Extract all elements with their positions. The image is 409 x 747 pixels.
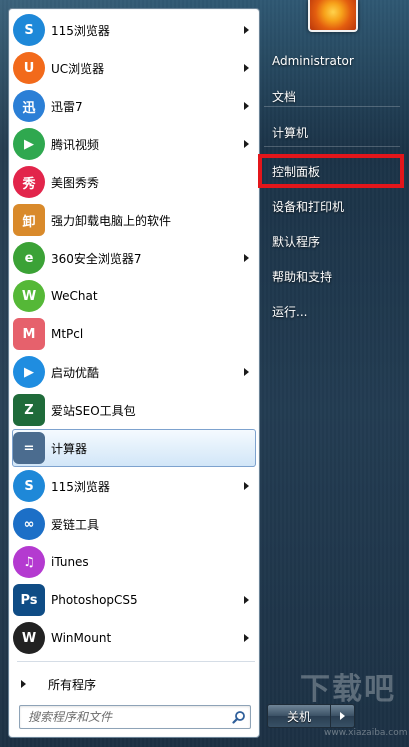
program-list: S 115浏览器 U UC浏览器迅迅雷7 ▶ 腾讯视频秀美图秀秀卸强力卸载电脑上的软件 e 3… [9, 11, 259, 657]
program-label: 计算器 [51, 441, 88, 456]
program-item[interactable]: W WeChat [9, 277, 259, 315]
program-item[interactable]: S 115浏览器 [9, 467, 259, 505]
all-programs-label: 所有程序 [48, 677, 97, 692]
program-item[interactable]: U UC浏览器 [9, 49, 259, 87]
chevron-right-icon [21, 680, 26, 688]
program-label: 115浏览器 [51, 23, 110, 38]
itunes-icon: ♫ [13, 546, 45, 578]
ailian-icon: ∞ [13, 508, 45, 540]
chevron-right-icon[interactable] [244, 482, 249, 490]
program-label: 腾讯视频 [51, 137, 100, 152]
chevron-right-icon[interactable] [244, 596, 249, 604]
program-item[interactable]: = 计算器 [12, 429, 256, 467]
program-item[interactable]: 秀美图秀秀 [9, 163, 259, 201]
chevron-right-icon [340, 712, 345, 720]
run-link[interactable]: 运行... [258, 294, 404, 328]
tencent-video-icon: ▶ [13, 128, 45, 160]
aizhan-seo-icon: Z [13, 394, 45, 426]
computer-link[interactable]: 计算机 [258, 115, 404, 149]
program-label: 美图秀秀 [51, 175, 100, 190]
search-input[interactable] [20, 710, 228, 724]
program-label: 迅雷7 [51, 99, 83, 114]
115-browser-icon: S [13, 14, 45, 46]
program-item[interactable]: M MtPcl [9, 315, 259, 353]
program-label: 启动优酷 [51, 365, 100, 380]
program-label: WeChat [51, 289, 98, 303]
wechat-icon: W [13, 280, 45, 312]
chevron-right-icon[interactable] [244, 64, 249, 72]
winmount-icon: W [13, 622, 45, 654]
program-item[interactable]: W WinMount [9, 619, 259, 657]
documents-link[interactable]: 文档 [258, 79, 404, 113]
program-label: WinMount [51, 631, 112, 645]
program-label: 115浏览器 [51, 479, 110, 494]
watermark-url: www.xiazaiba.com [324, 728, 408, 738]
program-item[interactable]: Ps PhotoshopCS5 [9, 581, 259, 619]
program-item[interactable]: ▶ 启动优酷 [9, 353, 259, 391]
user-avatar[interactable] [308, 0, 358, 32]
program-label: PhotoshopCS5 [51, 593, 138, 607]
chevron-right-icon[interactable] [244, 26, 249, 34]
help-support-link[interactable]: 帮助和支持 [258, 259, 404, 293]
program-item[interactable]: ∞ 爱链工具 [9, 505, 259, 543]
watermark-title: 下载吧 [300, 672, 396, 707]
chevron-right-icon[interactable] [244, 140, 249, 148]
control-panel-link[interactable]: 控制面板 [258, 154, 404, 188]
devices-printers-link[interactable]: 设备和打印机 [258, 189, 404, 223]
default-programs-link[interactable]: 默认程序 [258, 224, 404, 258]
program-item[interactable]: e 360安全浏览器7 [9, 239, 259, 277]
program-label: 强力卸载电脑上的软件 [51, 213, 172, 228]
chevron-right-icon[interactable] [244, 102, 249, 110]
user-name-link[interactable]: Administrator [258, 44, 404, 78]
xunlei-icon: 迅 [13, 90, 45, 122]
program-item[interactable]: ▶ 腾讯视频 [9, 125, 259, 163]
program-label: MtPcl [51, 327, 84, 341]
programs-panel: S 115浏览器 U UC浏览器迅迅雷7 ▶ 腾讯视频秀美图秀秀卸强力卸载电脑上的软件 e 3… [8, 8, 260, 738]
program-item[interactable]: S 115浏览器 [9, 11, 259, 49]
meitu-icon: 秀 [13, 166, 45, 198]
uc-browser-icon: U [13, 52, 45, 84]
115-browser-icon: S [13, 470, 45, 502]
photoshop-icon: Ps [13, 584, 45, 616]
360-browser-icon: e [13, 242, 45, 274]
program-item[interactable]: 迅迅雷7 [9, 87, 259, 125]
youku-icon: ▶ [13, 356, 45, 388]
search-box[interactable] [19, 705, 251, 729]
program-item[interactable]: ♫ iTunes [9, 543, 259, 581]
mtpcl-icon: M [13, 318, 45, 350]
chevron-right-icon[interactable] [244, 254, 249, 262]
uninstall-icon: 卸 [13, 204, 45, 236]
all-programs-button[interactable]: 所有程序 [9, 669, 259, 699]
program-label: 360安全浏览器7 [51, 251, 142, 266]
chevron-right-icon[interactable] [244, 368, 249, 376]
search-icon[interactable] [228, 706, 250, 728]
program-label: UC浏览器 [51, 61, 105, 76]
program-label: 爱链工具 [51, 517, 100, 532]
program-item[interactable]: 卸强力卸载电脑上的软件 [9, 201, 259, 239]
chevron-right-icon[interactable] [244, 634, 249, 642]
calculator-icon: = [13, 432, 45, 464]
separator [17, 661, 255, 662]
program-label: 爱站SEO工具包 [51, 403, 136, 418]
program-label: iTunes [51, 555, 89, 569]
program-item[interactable]: Z 爱站SEO工具包 [9, 391, 259, 429]
